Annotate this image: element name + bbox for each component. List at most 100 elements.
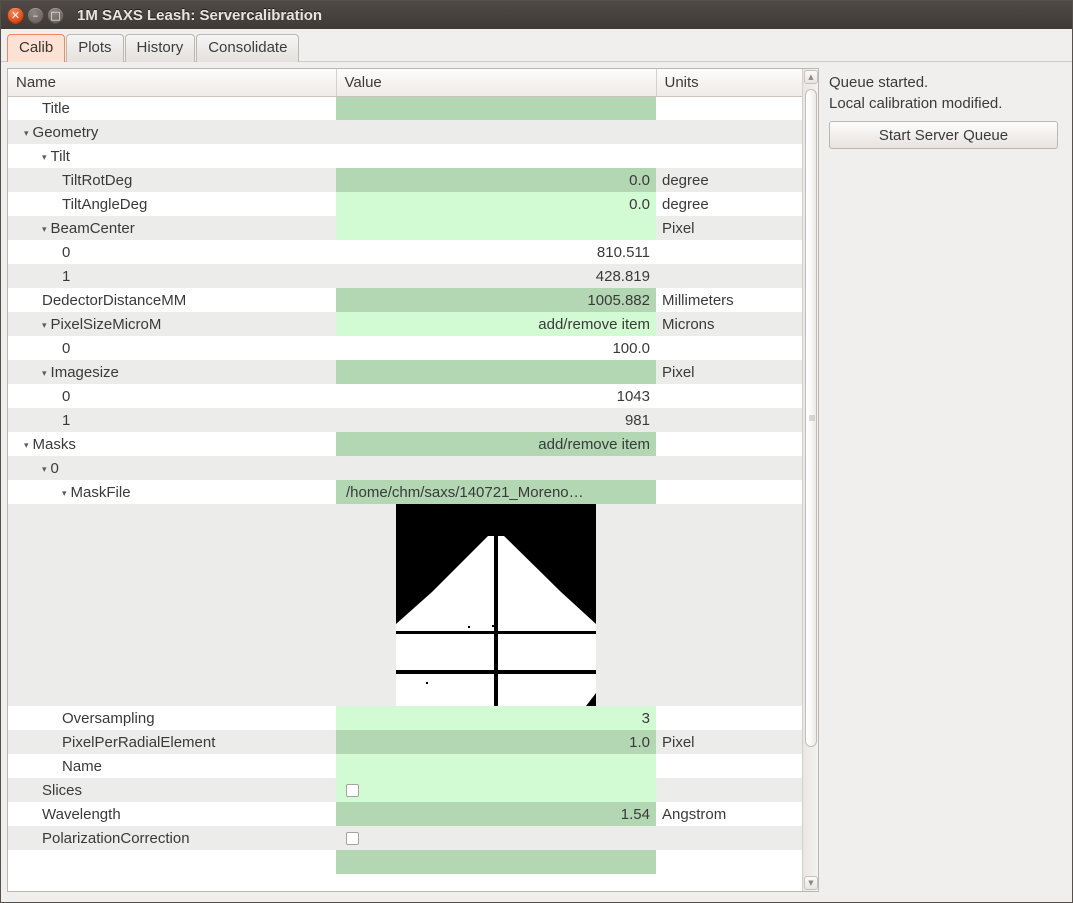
start-server-queue-button[interactable]: Start Server Queue — [829, 121, 1058, 149]
chevron-down-icon[interactable]: ▾ — [42, 153, 47, 163]
row-label-slices[interactable]: Slices — [8, 778, 336, 802]
row-value-cell[interactable]: 3 — [336, 706, 656, 730]
row-label-0[interactable]: ▾ 0 — [8, 456, 336, 480]
row-label-beamcenter[interactable]: ▾ BeamCenter — [8, 216, 336, 240]
row-value-cell[interactable] — [336, 144, 656, 168]
maximize-icon[interactable]: □ — [47, 6, 64, 24]
table-row[interactable]: PixelPerRadialElement 1.0 Pixel — [8, 730, 802, 754]
scroll-down-icon[interactable]: ▼ — [804, 876, 818, 890]
table-row[interactable]: 0 100.0 — [8, 336, 802, 360]
checkbox[interactable] — [346, 832, 359, 846]
row-value-cell[interactable] — [336, 826, 656, 850]
row-label-tilt[interactable]: ▾ Tilt — [8, 144, 336, 168]
row-value-cell[interactable] — [336, 778, 656, 802]
table-row[interactable]: 1 428.819 — [8, 264, 802, 288]
mask-preview-cell[interactable] — [336, 504, 656, 706]
mask-preview-row[interactable] — [8, 504, 802, 706]
row-value-cell[interactable]: /home/chm/saxs/140721_Moreno… — [336, 480, 656, 504]
table-row[interactable]: 0 1043 — [8, 384, 802, 408]
table-row[interactable]: TiltAngleDeg 0.0 degree — [8, 192, 802, 216]
row-label-0[interactable]: 0 — [8, 240, 336, 264]
row-label-tiltangledeg[interactable]: TiltAngleDeg — [8, 192, 336, 216]
row-value-cell[interactable] — [336, 456, 656, 480]
row-value-cell[interactable]: 1.0 — [336, 730, 656, 754]
chevron-down-icon[interactable]: ▾ — [42, 465, 47, 475]
chevron-down-icon[interactable]: ▾ — [42, 369, 47, 379]
row-label-tiltrotdeg[interactable]: TiltRotDeg — [8, 168, 336, 192]
chevron-down-icon[interactable]: ▾ — [62, 489, 67, 499]
row-value-cell[interactable]: 100.0 — [336, 336, 656, 360]
tab-plots[interactable]: Plots — [66, 34, 124, 62]
row-value-cell[interactable]: 981 — [336, 408, 656, 432]
row-label-wavelength[interactable]: Wavelength — [8, 802, 336, 826]
table-row[interactable]: DedectorDistanceMM 1005.882 Millimeters — [8, 288, 802, 312]
row-value-cell[interactable] — [336, 850, 656, 874]
tab-calib[interactable]: Calib — [7, 34, 66, 62]
row-value-cell[interactable]: 1005.882 — [336, 288, 656, 312]
table-row[interactable]: Title — [8, 96, 802, 120]
row-value-cell[interactable]: add/remove item — [336, 312, 656, 336]
row-label-empty[interactable] — [8, 850, 336, 874]
table-row[interactable]: Slices — [8, 778, 802, 802]
table-row[interactable]: 1 981 — [8, 408, 802, 432]
row-value-cell[interactable]: 0.0 — [336, 192, 656, 216]
scrollbar-thumb[interactable] — [805, 89, 817, 747]
table-row[interactable]: ▾ Tilt — [8, 144, 802, 168]
vertical-scrollbar[interactable]: ▲ ▼ — [802, 69, 818, 891]
row-value-cell[interactable]: add/remove item — [336, 432, 656, 456]
row-label-maskfile[interactable]: ▾ MaskFile — [8, 480, 336, 504]
table-row[interactable]: ▾ MaskFile/home/chm/saxs/140721_Moreno… — [8, 480, 802, 504]
row-value-cell[interactable]: 0.0 — [336, 168, 656, 192]
column-header-value[interactable]: Value — [336, 69, 657, 97]
table-row[interactable] — [8, 850, 802, 874]
table-row[interactable]: PolarizationCorrection — [8, 826, 802, 850]
row-value-cell[interactable]: 1043 — [336, 384, 656, 408]
row-label-geometry[interactable]: ▾ Geometry — [8, 120, 336, 144]
row-label-imagesize[interactable]: ▾ Imagesize — [8, 360, 336, 384]
row-value-cell[interactable]: 428.819 — [336, 264, 656, 288]
minimize-icon[interactable]: – — [27, 6, 44, 24]
chevron-down-icon[interactable]: ▾ — [24, 129, 29, 139]
table-row[interactable]: ▾ Geometry — [8, 120, 802, 144]
tab-history[interactable]: History — [124, 34, 196, 62]
row-value-cell[interactable]: 810.511 — [336, 240, 656, 264]
table-row[interactable]: ▾ BeamCenter Pixel — [8, 216, 802, 240]
row-value-cell[interactable] — [336, 360, 656, 384]
table-row[interactable]: ▾ 0 — [8, 456, 802, 480]
row-label-name[interactable]: Name — [8, 754, 336, 778]
tab-consolidate[interactable]: Consolidate — [196, 34, 300, 62]
row-value-cell[interactable]: 1.54 — [336, 802, 656, 826]
row-value-cell[interactable] — [336, 96, 656, 120]
row-label-pixelsizemicrom[interactable]: ▾ PixelSizeMicroM — [8, 312, 336, 336]
row-label-1[interactable]: 1 — [8, 408, 336, 432]
row-label-1[interactable]: 1 — [8, 264, 336, 288]
table-row[interactable]: Oversampling 3 — [8, 706, 802, 730]
row-label-pixelperradialelement[interactable]: PixelPerRadialElement — [8, 730, 336, 754]
row-value-cell[interactable] — [336, 120, 656, 144]
chevron-down-icon[interactable]: ▾ — [42, 225, 47, 235]
row-value-cell[interactable] — [336, 754, 656, 778]
row-value-cell[interactable] — [336, 216, 656, 240]
row-label-0[interactable]: 0 — [8, 336, 336, 360]
row-label-oversampling[interactable]: Oversampling — [8, 706, 336, 730]
close-icon[interactable]: ✕ — [7, 6, 24, 24]
mask-image-preview[interactable] — [396, 504, 596, 706]
row-label-title[interactable]: Title — [8, 96, 336, 120]
properties-table-viewport[interactable]: Name Value Units Title ▾ Geometry ▾ Tilt Tilt… — [8, 69, 802, 891]
scroll-up-icon[interactable]: ▲ — [804, 70, 818, 84]
table-row[interactable]: 0 810.511 — [8, 240, 802, 264]
row-label-0[interactable]: 0 — [8, 384, 336, 408]
chevron-down-icon[interactable]: ▾ — [42, 321, 47, 331]
table-row[interactable]: TiltRotDeg 0.0 degree — [8, 168, 802, 192]
checkbox[interactable] — [346, 784, 359, 798]
column-header-units[interactable]: Units — [656, 69, 802, 97]
table-row[interactable]: ▾ PixelSizeMicroM add/remove item Microns — [8, 312, 802, 336]
row-label-polarizationcorrection[interactable]: PolarizationCorrection — [8, 826, 336, 850]
table-row[interactable]: ▾ Masks add/remove item — [8, 432, 802, 456]
column-header-name[interactable]: Name — [8, 69, 337, 97]
table-row[interactable]: ▾ Imagesize Pixel — [8, 360, 802, 384]
row-label-masks[interactable]: ▾ Masks — [8, 432, 336, 456]
table-row[interactable]: Wavelength 1.54 Angstrom — [8, 802, 802, 826]
chevron-down-icon[interactable]: ▾ — [24, 441, 29, 451]
table-row[interactable]: Name — [8, 754, 802, 778]
